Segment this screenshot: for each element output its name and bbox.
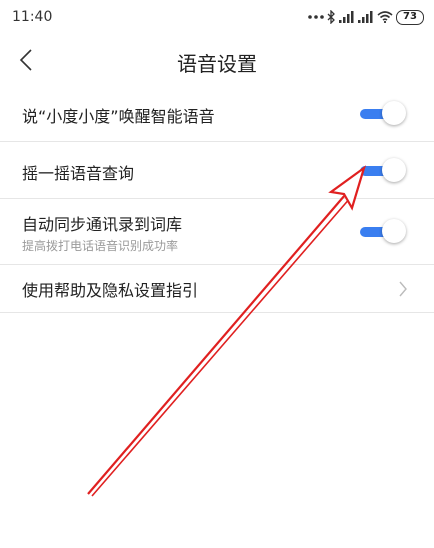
wifi-icon	[377, 11, 393, 23]
setting-row-help-privacy[interactable]: 使用帮助及隐私设置指引	[0, 265, 434, 313]
title-bar: 语音设置	[0, 38, 434, 82]
setting-label: 使用帮助及隐私设置指引	[22, 281, 199, 300]
page-title: 语音设置	[177, 52, 257, 76]
status-icons: 73	[308, 8, 424, 26]
signal-icon	[339, 11, 355, 23]
chevron-right-icon	[398, 281, 408, 297]
shake-query-toggle[interactable]	[360, 158, 406, 184]
setting-sublabel: 提高拨打电话语音识别成功率	[22, 239, 179, 253]
setting-row-shake-query: 摇一摇语音查询	[0, 142, 434, 199]
setting-label: 说“小度小度”唤醒智能语音	[22, 107, 215, 126]
dots-icon	[308, 14, 324, 20]
setting-label: 摇一摇语音查询	[22, 164, 135, 183]
status-time: 11:40	[12, 9, 53, 25]
setting-row-wake-word: 说“小度小度”唤醒智能语音	[0, 86, 434, 142]
battery-indicator: 73	[396, 9, 424, 25]
sync-contacts-toggle[interactable]	[360, 219, 406, 245]
signal-icon	[358, 11, 374, 23]
toggle-knob	[382, 158, 406, 182]
settings-list: 说“小度小度”唤醒智能语音 摇一摇语音查询 自动同步通讯录到词库 提高拨打电话语…	[0, 86, 434, 313]
status-bar: 11:40 73	[0, 0, 434, 36]
setting-row-sync-contacts: 自动同步通讯录到词库 提高拨打电话语音识别成功率	[0, 199, 434, 265]
bluetooth-icon	[327, 10, 336, 24]
setting-label: 自动同步通讯录到词库	[22, 215, 183, 234]
wake-word-toggle[interactable]	[360, 101, 406, 127]
toggle-knob	[382, 219, 406, 243]
toggle-knob	[382, 101, 406, 125]
